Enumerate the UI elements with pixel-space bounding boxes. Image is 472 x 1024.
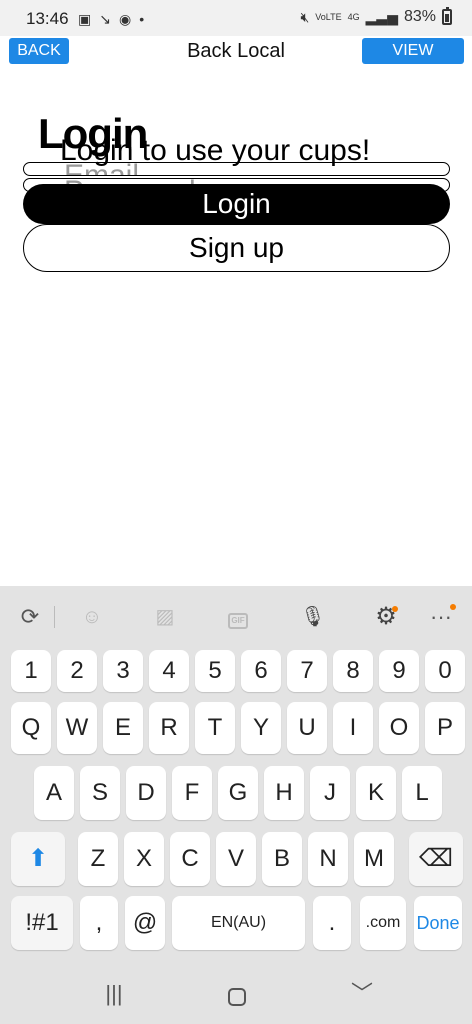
key-t[interactable]: T	[195, 702, 235, 754]
key-m[interactable]: M	[354, 832, 394, 886]
key-r[interactable]: R	[149, 702, 189, 754]
key-g[interactable]: G	[218, 766, 258, 820]
text-mode-icon[interactable]: ⟳	[15, 602, 45, 632]
key-u[interactable]: U	[287, 702, 327, 754]
spotify-icon: ◉	[118, 11, 132, 27]
gif-icon[interactable]: GIF	[223, 602, 253, 632]
key-b[interactable]: B	[262, 832, 302, 886]
key-4[interactable]: 4	[149, 650, 189, 692]
view-code-button[interactable]: VIEW CODE	[362, 38, 464, 85]
login-title: Login	[38, 110, 148, 157]
key-0[interactable]: 0	[425, 650, 465, 692]
key-k[interactable]: K	[356, 766, 396, 820]
key-7[interactable]: 7	[287, 650, 327, 692]
key-c[interactable]: C	[170, 832, 210, 886]
key-2[interactable]: 2	[57, 650, 97, 692]
more-badge	[450, 604, 456, 610]
key-i[interactable]: I	[333, 702, 373, 754]
symbols-key[interactable]: !#1	[11, 896, 73, 950]
sticker-icon[interactable]: ▨	[150, 602, 180, 632]
more-notifications-icon: •	[139, 11, 145, 27]
keyboard-toolbar: ⟳ ☺ ▨ GIF 🎙︎ ⚙ ···	[0, 586, 472, 646]
dotcom-key[interactable]: .com	[360, 896, 406, 950]
battery-icon	[442, 7, 452, 25]
gif-label: GIF	[228, 613, 248, 629]
notification-icons: ▣ ↘ ◉ •	[78, 10, 144, 28]
keyboard: ⟳ ☺ ▨ GIF 🎙︎ ⚙ ··· 1234567890 QWERTYUIOP A…	[0, 586, 472, 1024]
recents-button[interactable]: |||	[94, 982, 134, 1006]
at-key[interactable]: @	[125, 896, 165, 950]
key-f[interactable]: F	[172, 766, 212, 820]
key-z[interactable]: Z	[78, 832, 118, 886]
home-button[interactable]	[228, 988, 246, 1006]
toolbar-divider	[54, 606, 55, 628]
key-3[interactable]: 3	[103, 650, 143, 692]
back-button[interactable]: BACK	[9, 38, 69, 64]
missed-call-icon: ↘	[99, 11, 111, 27]
key-s[interactable]: S	[80, 766, 120, 820]
key-j[interactable]: J	[310, 766, 350, 820]
key-h[interactable]: H	[264, 766, 304, 820]
key-p[interactable]: P	[425, 702, 465, 754]
navigation-bar: ||| ﹀	[0, 960, 472, 1024]
email-field[interactable]: Email	[23, 162, 450, 176]
space-key[interactable]: EN(AU)	[172, 896, 305, 950]
screen: 13:46 ▣ ↘ ◉ • 🔇︎ VoLTE 4G ▂▃▅ 83% BACK B…	[0, 0, 472, 1024]
key-5[interactable]: 5	[195, 650, 235, 692]
key-d[interactable]: D	[126, 766, 166, 820]
system-icons: 🔇︎ VoLTE 4G ▂▃▅ 83%	[300, 7, 452, 26]
key-v[interactable]: V	[216, 832, 256, 886]
login-screen: Login to use your cups! Login Email Pass…	[0, 66, 472, 586]
key-w[interactable]: W	[57, 702, 97, 754]
status-bar: 13:46 ▣ ↘ ◉ • 🔇︎ VoLTE 4G ▂▃▅ 83%	[0, 0, 472, 36]
network-type: 4G	[347, 12, 360, 22]
key-6[interactable]: 6	[241, 650, 281, 692]
key-a[interactable]: A	[34, 766, 74, 820]
key-l[interactable]: L	[402, 766, 442, 820]
backspace-key[interactable]: ⌫	[409, 832, 463, 886]
volte-icon: VoLTE	[315, 11, 342, 22]
signup-button[interactable]: Sign up	[23, 224, 450, 272]
status-time: 13:46	[26, 9, 69, 28]
signal-icon: ▂▃▅	[365, 9, 398, 25]
app-header: BACK Back Local VIEW CODE	[0, 36, 472, 85]
battery-percent: 83%	[403, 8, 436, 25]
key-x[interactable]: X	[124, 832, 164, 886]
key-e[interactable]: E	[103, 702, 143, 754]
email-placeholder: Email	[64, 163, 139, 175]
key-q[interactable]: Q	[11, 702, 51, 754]
done-key[interactable]: Done	[414, 896, 462, 950]
settings-badge	[392, 606, 398, 612]
gallery-icon: ▣	[78, 11, 92, 27]
key-n[interactable]: N	[308, 832, 348, 886]
mute-icon: 🔇︎	[300, 9, 310, 25]
shift-key[interactable]: ⬆	[11, 832, 65, 886]
key-o[interactable]: O	[379, 702, 419, 754]
mic-icon[interactable]: 🎙︎	[298, 602, 328, 632]
key-9[interactable]: 9	[379, 650, 419, 692]
nav-back-button[interactable]: ﹀	[342, 982, 382, 1006]
login-button[interactable]: Login	[23, 184, 450, 224]
comma-key[interactable]: ,	[80, 896, 118, 950]
emoji-icon[interactable]: ☺	[77, 602, 107, 632]
key-y[interactable]: Y	[241, 702, 281, 754]
key-1[interactable]: 1	[11, 650, 51, 692]
period-key[interactable]: .	[313, 896, 351, 950]
key-8[interactable]: 8	[333, 650, 373, 692]
